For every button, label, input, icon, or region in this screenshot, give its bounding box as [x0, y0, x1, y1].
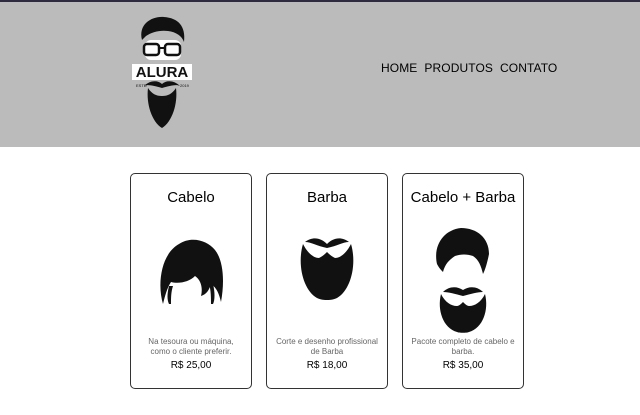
product-card-barba[interactable]: Barba Corte e desenho profissional de Ba…: [266, 173, 388, 389]
nav-produtos-link[interactable]: PRODUTOS: [424, 61, 493, 75]
hair-icon: [160, 239, 223, 304]
product-description: Pacote completo de cabelo e barba.: [411, 337, 515, 356]
nav-contato-link[interactable]: CONTATO: [500, 61, 557, 75]
product-card-cabelo-barba[interactable]: Cabelo + Barba Pacote completo de cabelo…: [402, 173, 524, 389]
product-price: R$ 18,00: [306, 360, 348, 371]
nav-home-link[interactable]: HOME: [381, 61, 417, 75]
hair-and-beard-icon: [436, 228, 489, 333]
product-title: Cabelo + Barba: [410, 189, 516, 206]
bearded-man-logo-icon: ALURA ESTD 2019: [132, 16, 192, 128]
logo[interactable]: ALURA ESTD 2019: [132, 14, 192, 132]
product-description: Na tesoura ou máquina, como o cliente pr…: [148, 337, 234, 356]
main-nav: HOME PRODUTOS CONTATO: [381, 61, 557, 75]
product-card-cabelo[interactable]: Cabelo Na tesoura ou máquina, como o cli…: [130, 173, 252, 389]
product-title: Cabelo: [167, 189, 215, 206]
product-title: Barba: [306, 189, 348, 206]
site-header: ALURA ESTD 2019 HOME PRODUTOS CONTATO: [0, 2, 640, 147]
product-description: Corte e desenho profissional de Barba: [276, 337, 378, 356]
product-price: R$ 25,00: [170, 360, 212, 371]
logo-text: ALURA: [136, 64, 189, 81]
beard-icon: [300, 238, 354, 300]
product-price: R$ 35,00: [442, 360, 484, 371]
logo-right-tag: 2019: [180, 83, 190, 88]
